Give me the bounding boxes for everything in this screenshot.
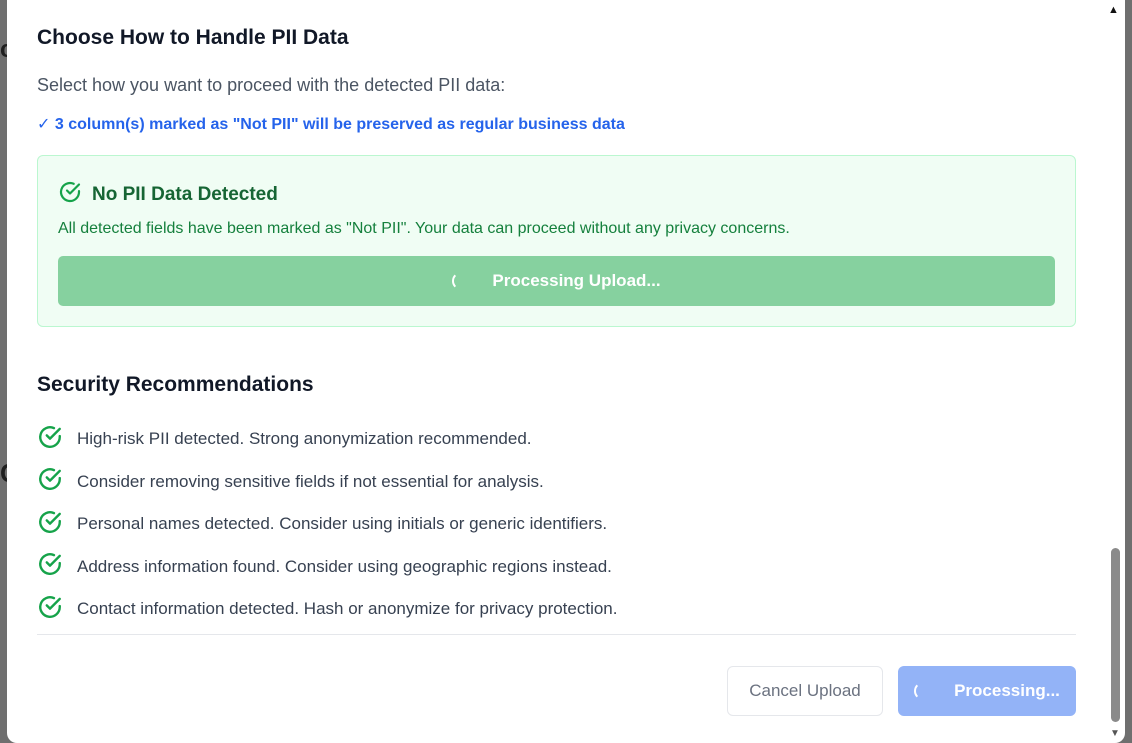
check-circle-icon [37, 466, 63, 497]
recommendation-text: Consider removing sensitive fields if no… [77, 471, 544, 491]
footer-divider [37, 634, 1076, 635]
no-pii-panel: No PII Data Detected All detected fields… [37, 155, 1076, 327]
spinner-icon [452, 272, 470, 290]
list-item: High-risk PII detected. Strong anonymiza… [37, 418, 618, 461]
list-item: Address information found. Consider usin… [37, 546, 618, 589]
dialog-subtitle: Select how you want to proceed with the … [37, 75, 506, 95]
security-recommendations-title: Security Recommendations [37, 373, 314, 396]
processing-upload-label: Processing Upload... [492, 271, 661, 290]
scroll-up-arrow-icon[interactable]: ▲ [1108, 4, 1119, 16]
scrollbar-thumb[interactable] [1111, 548, 1120, 722]
recommendation-text: Address information found. Consider usin… [77, 556, 612, 576]
list-item: Contact information detected. Hash or an… [37, 588, 618, 631]
list-item: Personal names detected. Consider using … [37, 503, 618, 546]
check-circle-icon [37, 509, 63, 540]
check-circle-icon [58, 180, 82, 209]
recommendation-text: High-risk PII detected. Strong anonymiza… [77, 429, 532, 449]
no-pii-description: All detected fields have been marked as … [58, 220, 790, 237]
check-circle-icon [37, 424, 63, 455]
dialog-title: Choose How to Handle PII Data [37, 26, 349, 49]
check-circle-icon [37, 551, 63, 582]
pii-handling-dialog: Choose How to Handle PII Data Select how… [7, 0, 1125, 743]
processing-button[interactable]: Processing... [898, 666, 1076, 716]
spinner-icon [914, 682, 932, 700]
scroll-down-arrow-icon[interactable]: ▼ [1110, 728, 1120, 739]
no-pii-title: No PII Data Detected [92, 183, 278, 205]
recommendation-text: Personal names detected. Consider using … [77, 514, 608, 534]
processing-upload-button[interactable]: Processing Upload... [58, 256, 1055, 306]
processing-label: Processing... [954, 681, 1060, 700]
check-circle-icon [37, 594, 63, 625]
list-item: Consider removing sensitive fields if no… [37, 461, 618, 504]
preserved-columns-note: ✓ 3 column(s) marked as "Not PII" will b… [37, 116, 625, 133]
recommendation-text: Contact information detected. Hash or an… [77, 599, 618, 619]
cancel-upload-button[interactable]: Cancel Upload [727, 666, 883, 716]
security-recommendations-list: High-risk PII detected. Strong anonymiza… [37, 418, 618, 631]
